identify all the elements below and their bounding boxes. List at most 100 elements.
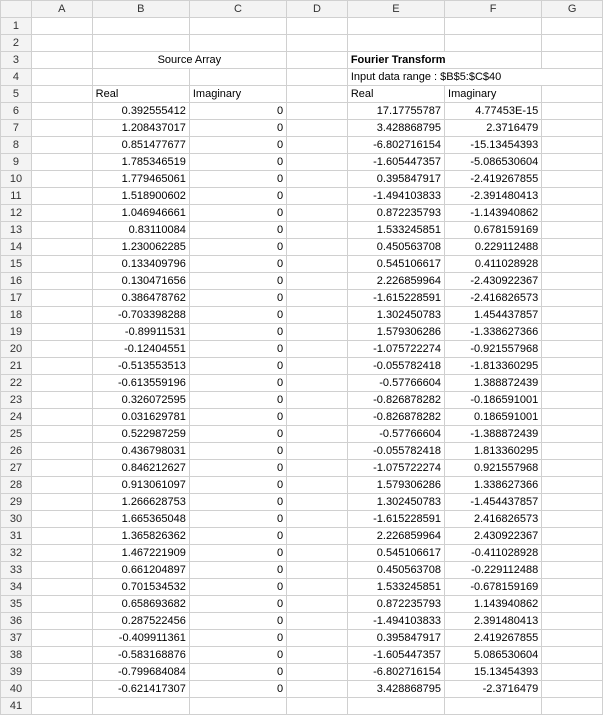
src-imag-cell[interactable]: 0 (189, 664, 286, 681)
cell[interactable] (31, 290, 92, 307)
cell[interactable] (287, 18, 348, 35)
src-imag-cell[interactable]: 0 (189, 596, 286, 613)
src-real-cell[interactable]: 0.83110084 (92, 222, 189, 239)
ft-real-cell[interactable]: 0.450563708 (347, 562, 444, 579)
src-real-cell[interactable]: 0.130471656 (92, 273, 189, 290)
cell[interactable] (287, 52, 348, 69)
cell[interactable] (287, 579, 348, 596)
col-header-C[interactable]: C (189, 1, 286, 18)
src-imag-cell[interactable]: 0 (189, 341, 286, 358)
src-real-cell[interactable]: -0.89911531 (92, 324, 189, 341)
ft-imag-cell[interactable]: -2.391480413 (445, 188, 542, 205)
col-header-A[interactable]: A (31, 1, 92, 18)
source-array-header[interactable]: Source Array (92, 52, 286, 69)
cell[interactable] (542, 392, 603, 409)
spreadsheet-grid[interactable]: A B C D E F G 123Source ArrayFourier Tra… (0, 0, 603, 715)
cell[interactable] (542, 341, 603, 358)
src-imag-cell[interactable]: 0 (189, 562, 286, 579)
cell[interactable] (92, 18, 189, 35)
row-header[interactable]: 39 (1, 664, 32, 681)
src-imag-cell[interactable]: 0 (189, 460, 286, 477)
src-real-cell[interactable]: 1.518900602 (92, 188, 189, 205)
cell[interactable] (542, 35, 603, 52)
src-imag-cell[interactable]: 0 (189, 154, 286, 171)
row-header[interactable]: 35 (1, 596, 32, 613)
cell[interactable] (542, 239, 603, 256)
cell[interactable] (31, 137, 92, 154)
row-header[interactable]: 22 (1, 375, 32, 392)
cell[interactable] (31, 579, 92, 596)
ft-imag-cell[interactable]: 4.77453E-15 (445, 103, 542, 120)
cell[interactable] (287, 494, 348, 511)
ft-imag-cell[interactable]: -2.430922367 (445, 273, 542, 290)
ft-imag-cell[interactable]: 1.143940862 (445, 596, 542, 613)
cell[interactable] (31, 307, 92, 324)
cell[interactable] (31, 324, 92, 341)
src-real-cell[interactable]: 1.046946661 (92, 205, 189, 222)
src-real-cell[interactable]: 0.133409796 (92, 256, 189, 273)
cell[interactable] (347, 698, 444, 715)
src-imag-cell[interactable]: 0 (189, 273, 286, 290)
ft-imag-cell[interactable]: 2.3716479 (445, 120, 542, 137)
cell[interactable] (287, 290, 348, 307)
src-real-cell[interactable]: 0.701534532 (92, 579, 189, 596)
src-real-cell[interactable]: 1.230062285 (92, 239, 189, 256)
src-real-cell[interactable]: 0.658693682 (92, 596, 189, 613)
cell[interactable] (31, 103, 92, 120)
cell[interactable] (542, 205, 603, 222)
ft-imag-cell[interactable]: -2.419267855 (445, 171, 542, 188)
src-real-cell[interactable]: -0.12404551 (92, 341, 189, 358)
src-imag-cell[interactable]: 0 (189, 171, 286, 188)
src-real-cell[interactable]: 0.287522456 (92, 613, 189, 630)
col-header-F[interactable]: F (445, 1, 542, 18)
row-header[interactable]: 21 (1, 358, 32, 375)
src-real-cell[interactable]: 0.326072595 (92, 392, 189, 409)
src-imag-cell[interactable]: 0 (189, 630, 286, 647)
cell[interactable] (542, 120, 603, 137)
cell[interactable] (542, 256, 603, 273)
col-header-G[interactable]: G (542, 1, 603, 18)
ft-imag-cell[interactable]: -0.411028928 (445, 545, 542, 562)
cell[interactable] (287, 307, 348, 324)
src-imag-cell[interactable]: 0 (189, 613, 286, 630)
cell[interactable] (542, 477, 603, 494)
ft-real-cell[interactable]: 1.302450783 (347, 494, 444, 511)
ft-real-cell[interactable]: 1.533245851 (347, 579, 444, 596)
row-header[interactable]: 41 (1, 698, 32, 715)
ft-real-cell[interactable]: 1.302450783 (347, 307, 444, 324)
cell[interactable] (31, 562, 92, 579)
cell[interactable] (287, 477, 348, 494)
cell[interactable] (542, 494, 603, 511)
ft-imag-cell[interactable]: -15.13454393 (445, 137, 542, 154)
cell[interactable] (287, 392, 348, 409)
row-header[interactable]: 12 (1, 205, 32, 222)
cell[interactable] (542, 86, 603, 103)
ft-imag-cell[interactable]: 5.086530604 (445, 647, 542, 664)
ft-real-cell[interactable]: 2.226859964 (347, 528, 444, 545)
ft-imag-cell[interactable]: 0.678159169 (445, 222, 542, 239)
ft-imag-cell[interactable]: -1.338627366 (445, 324, 542, 341)
cell[interactable] (542, 324, 603, 341)
cell[interactable] (31, 545, 92, 562)
cell[interactable] (189, 18, 286, 35)
src-real-cell[interactable]: -0.583168876 (92, 647, 189, 664)
ft-real-cell[interactable]: -1.605447357 (347, 154, 444, 171)
cell[interactable] (542, 613, 603, 630)
src-real-cell[interactable]: 0.913061097 (92, 477, 189, 494)
cell[interactable] (31, 698, 92, 715)
src-real-cell[interactable]: -0.799684084 (92, 664, 189, 681)
cell[interactable] (31, 358, 92, 375)
row-header[interactable]: 13 (1, 222, 32, 239)
src-imag-cell[interactable]: 0 (189, 324, 286, 341)
row-header[interactable]: 37 (1, 630, 32, 647)
ft-real-cell[interactable]: -0.055782418 (347, 358, 444, 375)
cell[interactable] (542, 154, 603, 171)
cell[interactable] (31, 35, 92, 52)
cell[interactable] (92, 698, 189, 715)
ft-imag-cell[interactable]: -2.416826573 (445, 290, 542, 307)
src-real-cell[interactable]: -0.703398288 (92, 307, 189, 324)
cell[interactable] (542, 426, 603, 443)
ft-imag-cell[interactable]: -1.388872439 (445, 426, 542, 443)
cell[interactable] (31, 528, 92, 545)
ft-imag-cell[interactable]: 1.813360295 (445, 443, 542, 460)
